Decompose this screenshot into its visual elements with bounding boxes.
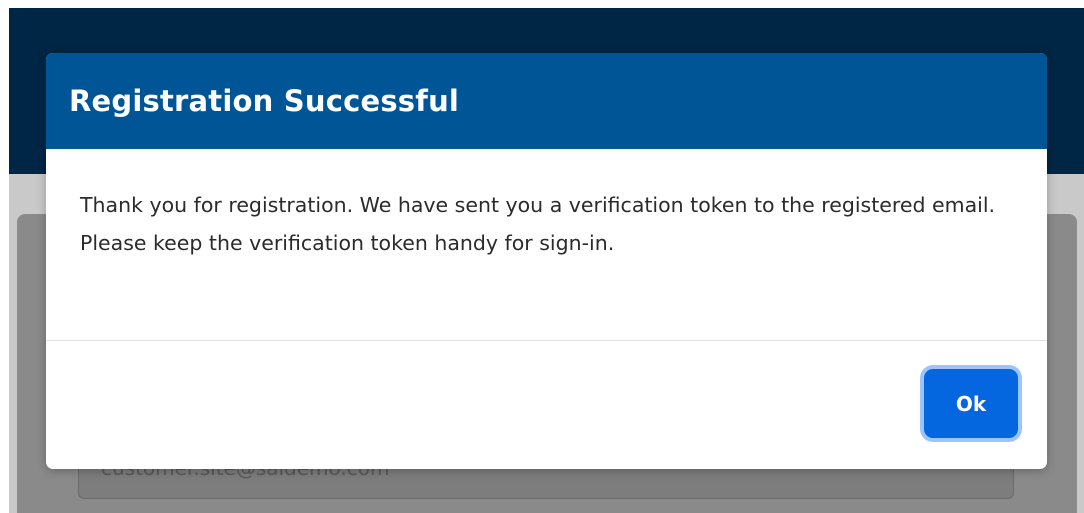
dialog-header: Registration Successful [46,53,1047,149]
registration-success-dialog: Registration Successful Thank you for re… [46,53,1047,469]
dialog-footer: Ok [46,341,1047,468]
ok-button-label: Ok [955,391,987,416]
dialog-message: Thank you for registration. We have sent… [80,193,996,255]
dialog-body: Thank you for registration. We have sent… [46,149,1047,341]
ok-button[interactable]: Ok [924,369,1018,438]
dialog-title: Registration Successful [69,84,460,118]
